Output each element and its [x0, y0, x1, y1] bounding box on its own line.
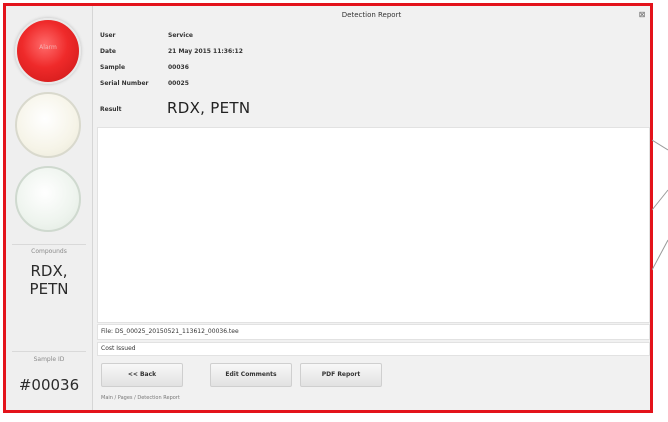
detail-value: 00025 [168, 80, 189, 87]
close-button[interactable]: ⊠ [636, 9, 648, 21]
sample-id-caption: Sample ID [33, 356, 65, 363]
window-title: Detection Report [341, 11, 402, 19]
alarm-indicator-label: Alarm [39, 44, 57, 51]
sidebar-divider [12, 244, 86, 245]
detail-key: Serial Number [100, 80, 149, 87]
comments-textarea[interactable] [97, 127, 650, 323]
result-label: Result [100, 106, 122, 113]
sidebar-divider [12, 351, 86, 352]
close-icon: ⊠ [638, 10, 646, 19]
compound-name-text: RDX, PETN [29, 262, 69, 298]
back-button[interactable]: << Back [101, 363, 183, 387]
edit-comments-button[interactable]: Edit Comments [210, 363, 292, 387]
pdf-report-button[interactable]: PDF Report [300, 363, 382, 387]
compound-name: RDX, PETN [6, 262, 92, 298]
sample-id: #00036 [18, 376, 80, 394]
background-decoration [652, 139, 668, 271]
detail-value: Service [168, 32, 193, 39]
detail-value: 00036 [168, 64, 189, 71]
detail-value: 21 May 2015 11:36:12 [168, 48, 243, 55]
cost-status: Cost Issued [97, 342, 650, 356]
detail-key: User [100, 32, 116, 39]
detail-key: Sample [100, 64, 126, 71]
warning-indicator-light [15, 92, 81, 158]
alarm-indicator-light [15, 18, 81, 84]
compound-caption: Compounds [31, 248, 67, 255]
result-value: RDX, PETN [167, 99, 251, 117]
file-name: File: DS_00025_20150521_113612_00036.tee [97, 324, 650, 340]
status-sidebar: Alarm Compounds RDX, PETN Sample ID #000… [6, 6, 93, 410]
breadcrumb: Main / Pages / Detection Report [101, 395, 180, 401]
detail-key: Date [100, 48, 116, 55]
clear-indicator-light [15, 166, 81, 232]
